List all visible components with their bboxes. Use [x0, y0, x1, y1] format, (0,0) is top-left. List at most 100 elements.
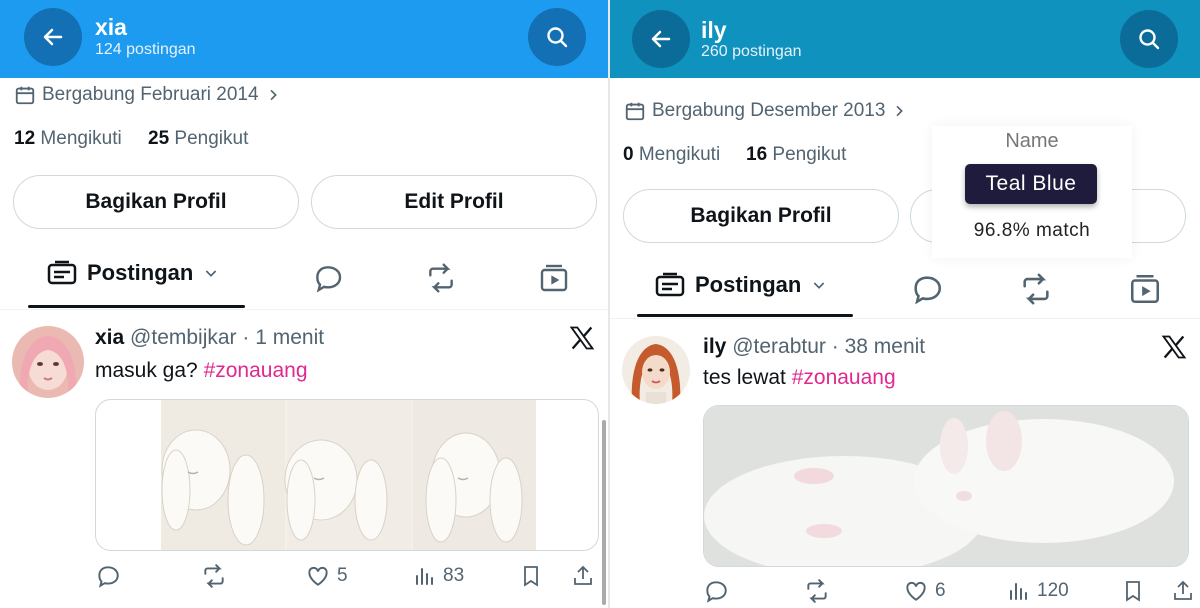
tab-media-icon[interactable]: [1128, 272, 1162, 306]
reply-button[interactable]: [703, 578, 729, 604]
share-icon: [1174, 580, 1192, 600]
calendar-icon: [15, 86, 35, 105]
reply-button[interactable]: [95, 563, 121, 589]
post-author-name[interactable]: ily: [703, 335, 726, 358]
scrollbar[interactable]: [602, 420, 606, 605]
posts-icon: [655, 272, 685, 297]
back-button[interactable]: [24, 8, 82, 66]
post-hashtag[interactable]: #zonauang: [792, 366, 896, 389]
following-number: 12: [14, 128, 36, 149]
popup-label: Name: [1005, 130, 1059, 152]
reply-icon: [706, 581, 727, 603]
share-profile-button[interactable]: Bagikan Profil: [623, 189, 899, 243]
posts-icon: [47, 260, 77, 285]
search-button[interactable]: [1120, 10, 1178, 68]
post-actions: 6 120: [703, 578, 1193, 608]
color-name-chip: Teal Blue: [965, 164, 1097, 204]
views-icon: [416, 568, 433, 585]
post-text: tes lewat #zonauang: [703, 366, 896, 390]
repost-button[interactable]: [200, 563, 228, 589]
avatar-image: [12, 326, 84, 398]
post-author-name[interactable]: xia: [95, 326, 124, 349]
color-name-popup: Name Teal Blue 96.8% match: [932, 126, 1132, 258]
joined-text: Bergabung Desember 2013: [652, 100, 886, 121]
post-media[interactable]: [95, 399, 599, 551]
following-label: Mengikuti: [638, 144, 721, 165]
views-button[interactable]: 120: [1007, 578, 1069, 604]
followers-label: Pengikut: [772, 144, 847, 165]
back-button[interactable]: [632, 10, 690, 68]
bunny-photo: [704, 406, 1188, 566]
like-icon: [308, 566, 328, 586]
share-button[interactable]: [1171, 578, 1195, 604]
chevron-right-icon: [269, 89, 277, 101]
tab-posts-label: Postingan: [87, 260, 194, 285]
bookmark-button[interactable]: [519, 563, 543, 589]
following-count[interactable]: 12 Mengikuti: [14, 128, 122, 150]
followers-count[interactable]: 16 Pengikut: [746, 144, 846, 166]
followers-count[interactable]: 25 Pengikut: [148, 128, 248, 150]
post-text: masuk ga? #zonauang: [95, 359, 308, 383]
search-button[interactable]: [528, 8, 586, 66]
profile-header-bar: xia 124 postingan: [0, 0, 610, 78]
profile-tabs: Postingan: [0, 258, 610, 298]
share-button[interactable]: [571, 563, 595, 589]
header-post-count: 260 postingan: [701, 43, 802, 60]
post-time[interactable]: · 38 menit: [832, 335, 925, 358]
followers-number: 25: [148, 128, 170, 149]
x-logo-icon: [1161, 335, 1187, 359]
post-actions: 5 83: [95, 563, 605, 593]
joined-text: Bergabung Februari 2014: [42, 84, 259, 105]
back-arrow-icon: [43, 28, 63, 46]
share-profile-button[interactable]: Bagikan Profil: [13, 175, 299, 229]
right-profile-panel: ily 260 postingan Bergabung Desember 201…: [610, 0, 1200, 608]
post-avatar[interactable]: [622, 336, 690, 404]
post-author-handle[interactable]: @terabtur: [732, 335, 826, 358]
repost-button[interactable]: [803, 578, 831, 604]
views-button[interactable]: 83: [413, 563, 464, 589]
edit-profile-button[interactable]: Edit Profil: [311, 175, 597, 229]
tab-reposts-icon[interactable]: [1018, 272, 1054, 306]
header-post-count: 124 postingan: [95, 41, 196, 58]
post-author-handle[interactable]: @tembijkar: [130, 326, 237, 349]
post-time[interactable]: · 1 menit: [242, 326, 324, 349]
search-icon: [547, 27, 568, 48]
tab-reposts-icon[interactable]: [424, 262, 458, 294]
tab-replies-icon[interactable]: [312, 262, 344, 294]
active-tab-indicator: [28, 305, 245, 308]
tabs-divider: [0, 309, 610, 310]
joined-date[interactable]: Bergabung Februari 2014: [14, 84, 281, 106]
profile-header-bar: ily 260 postingan: [610, 0, 1200, 78]
search-icon: [1139, 29, 1160, 50]
avatar-image: [622, 336, 690, 404]
views-icon: [1010, 583, 1027, 600]
bookmark-icon: [524, 566, 538, 587]
color-match-text: 96.8% match: [973, 220, 1091, 241]
following-count[interactable]: 0 Mengikuti: [623, 144, 720, 166]
following-label: Mengikuti: [40, 128, 122, 149]
tab-posts-label: Postingan: [695, 272, 802, 297]
post-hashtag[interactable]: #zonauang: [204, 359, 308, 382]
following-number: 0: [623, 144, 634, 165]
like-count: 6: [935, 580, 946, 601]
post-avatar[interactable]: [12, 326, 84, 398]
reply-icon: [98, 566, 119, 588]
views-count: 83: [443, 565, 465, 586]
bunny-photo-strip: [161, 400, 536, 550]
chevron-down-icon: [206, 270, 217, 277]
tab-posts[interactable]: Postingan: [655, 272, 827, 298]
like-button[interactable]: 5: [305, 563, 348, 589]
like-icon: [906, 581, 926, 601]
post-media[interactable]: [703, 405, 1189, 567]
repost-icon: [807, 579, 827, 603]
header-name: ily: [701, 17, 727, 43]
followers-number: 16: [746, 144, 768, 165]
joined-date[interactable]: Bergabung Desember 2013: [624, 100, 907, 122]
share-icon: [574, 565, 592, 585]
bookmark-button[interactable]: [1121, 578, 1145, 604]
followers-label: Pengikut: [174, 128, 249, 149]
like-button[interactable]: 6: [903, 578, 946, 604]
tab-posts[interactable]: Postingan: [47, 260, 219, 286]
tab-media-icon[interactable]: [538, 262, 570, 294]
tab-replies-icon[interactable]: [910, 272, 944, 306]
